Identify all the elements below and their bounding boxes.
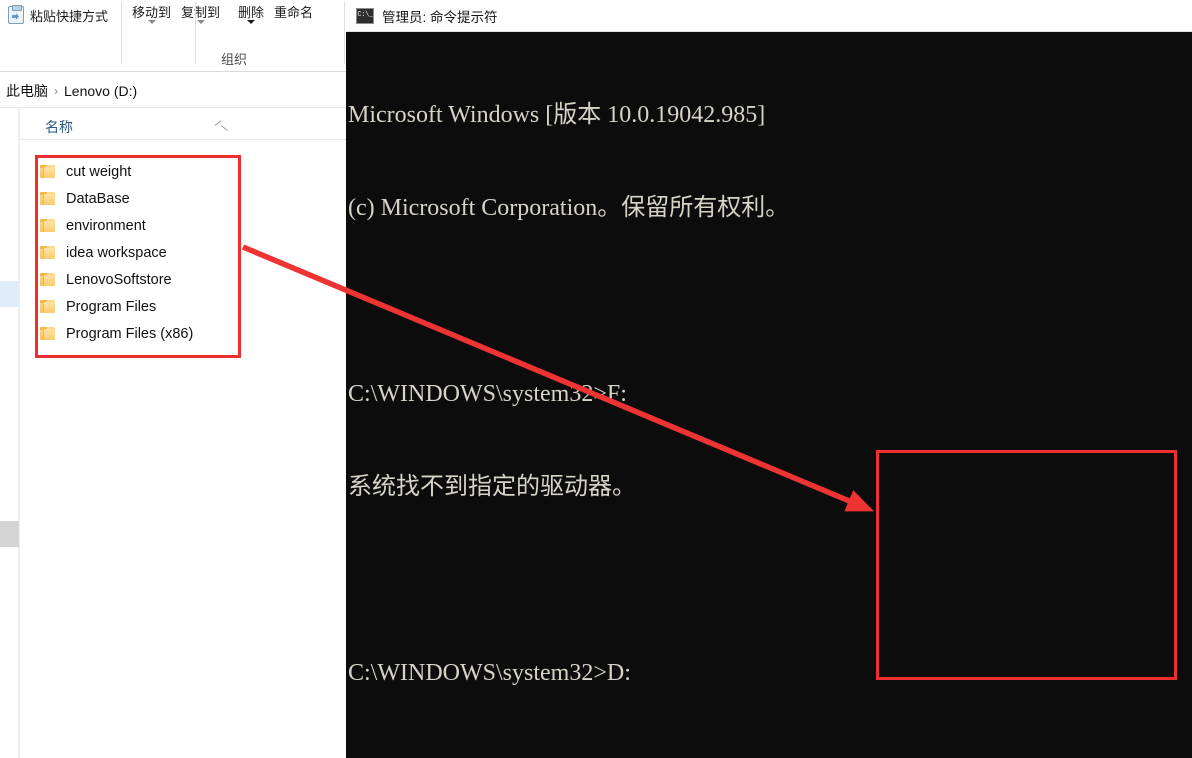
list-item[interactable]: cut weight — [40, 158, 245, 185]
command-prompt-window: C:\_ 管理员: 命令提示符 Microsoft Windows [版本 10… — [346, 0, 1192, 758]
list-item[interactable]: Program Files (x86) — [40, 320, 245, 347]
folder-icon — [40, 327, 55, 340]
file-name: environment — [66, 217, 146, 234]
ribbon-move-to-label: 移动到 — [132, 5, 172, 20]
folder-icon — [40, 165, 55, 178]
column-header-name[interactable]: 名称 — [45, 117, 73, 137]
ribbon-rename-button[interactable]: 重命名 — [269, 0, 318, 21]
paste-shortcut-label: 粘贴快捷方式 — [30, 8, 109, 24]
address-bar[interactable]: 此电脑 › Lenovo (D:) — [0, 73, 347, 108]
breadcrumb: 此电脑 › Lenovo (D:) — [6, 81, 137, 101]
ribbon-delete-button[interactable]: 删除 — [233, 0, 269, 24]
ribbon-copy-to-button[interactable]: 复制到 — [176, 0, 225, 24]
console-output[interactable]: Microsoft Windows [版本 10.0.19042.985] (c… — [346, 32, 1192, 758]
list-item[interactable]: DataBase — [40, 185, 245, 212]
file-name: DataBase — [66, 190, 130, 207]
breadcrumb-item-lenovo-d[interactable]: Lenovo (D:) — [64, 83, 137, 99]
ribbon-group-organize: 移动到 复制到 删除 重命名 组织 — [123, 0, 345, 72]
file-explorer-window: 粘贴快捷方式 移动到 复制到 删除 重命名 组织 此电脑 › Lenovo (D… — [0, 0, 347, 758]
file-name: LenovoSoftstore — [66, 271, 172, 288]
list-item[interactable]: idea workspace — [40, 239, 245, 266]
chevron-right-icon: › — [54, 84, 58, 98]
console-line: 系统找不到指定的驱动器。 — [348, 474, 636, 500]
chevron-down-icon — [196, 20, 205, 24]
ribbon-separator — [121, 2, 122, 64]
console-line-blank — [348, 286, 1192, 317]
folder-icon — [40, 246, 55, 259]
breadcrumb-item-this-pc[interactable]: 此电脑 — [6, 81, 48, 101]
console-line-prompt: C:\WINDOWS\system32>F: — [348, 381, 627, 407]
folder-icon — [40, 273, 55, 286]
ribbon-separator — [344, 2, 345, 64]
nav-item-highlighted[interactable] — [0, 521, 19, 547]
console-line: Microsoft Windows [版本 10.0.19042.985] — [348, 102, 766, 128]
folder-icon — [40, 219, 55, 232]
console-line: (c) Microsoft Corporation。保留所有权利。 — [348, 195, 790, 221]
command-prompt-titlebar[interactable]: C:\_ 管理员: 命令提示符 — [346, 0, 1192, 32]
pane-divider[interactable] — [19, 109, 20, 758]
file-list: cut weight DataBase environment idea wor… — [40, 158, 245, 347]
folder-icon — [40, 300, 55, 313]
file-name: Program Files (x86) — [66, 325, 194, 342]
chevron-up-icon — [215, 120, 226, 131]
ribbon-group-clipboard: 粘贴快捷方式 — [0, 0, 122, 72]
screenshot-root: 粘贴快捷方式 移动到 复制到 删除 重命名 组织 此电脑 › Lenovo (D… — [0, 0, 1192, 758]
clipboard-shortcut-icon — [8, 5, 24, 24]
list-item[interactable]: LenovoSoftstore — [40, 266, 245, 293]
list-item[interactable]: Program Files — [40, 293, 245, 320]
console-line-blank — [348, 565, 1192, 596]
window-title: 管理员: 命令提示符 — [382, 9, 498, 25]
file-name: Program Files — [66, 298, 157, 315]
nav-item-selected[interactable] — [0, 281, 19, 307]
list-item[interactable]: environment — [40, 212, 245, 239]
ribbon-move-to-button[interactable]: 移动到 — [127, 0, 176, 24]
ribbon-rename-label: 重命名 — [274, 5, 314, 20]
console-line-prompt: C:\WINDOWS\system32>D: — [348, 660, 631, 686]
paste-shortcut-button[interactable]: 粘贴快捷方式 — [4, 2, 112, 28]
file-name: idea workspace — [66, 244, 167, 261]
console-line-blank — [348, 751, 1192, 758]
ribbon-copy-to-label: 复制到 — [181, 5, 221, 20]
chevron-down-icon — [147, 20, 156, 24]
ribbon-delete-label: 删除 — [238, 5, 265, 20]
folder-icon — [40, 192, 55, 205]
cmd-icon: C:\_ — [356, 7, 374, 24]
file-list-column-header: 名称 — [20, 112, 347, 140]
navigation-pane[interactable] — [0, 109, 19, 758]
file-name: cut weight — [66, 163, 132, 180]
ribbon-group-organize-label: 组织 — [220, 52, 247, 67]
explorer-ribbon: 粘贴快捷方式 移动到 复制到 删除 重命名 组织 — [0, 0, 347, 72]
chevron-down-icon — [247, 20, 256, 24]
